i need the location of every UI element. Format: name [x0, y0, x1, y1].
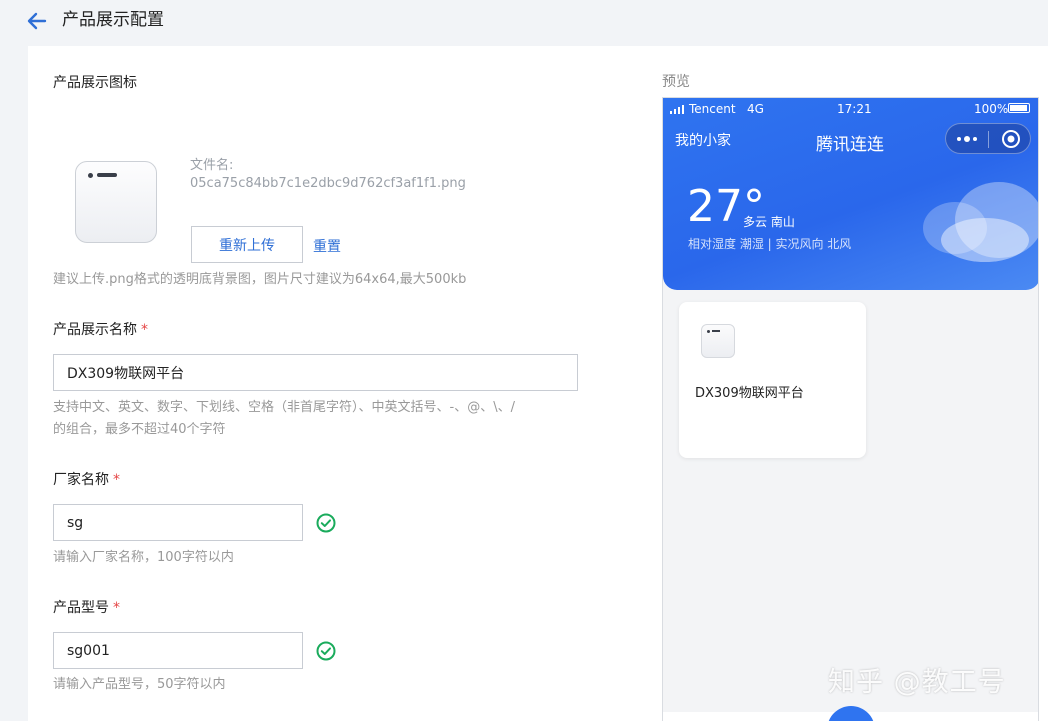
product-name-label-text: 产品展示名称	[53, 322, 137, 338]
signal-icon	[670, 105, 684, 114]
product-name-label: 产品展示名称 *	[53, 321, 148, 339]
device-card-icon	[701, 324, 735, 358]
check-circle-icon	[316, 641, 336, 661]
required-mark: *	[141, 322, 148, 338]
product-model-input[interactable]	[53, 632, 303, 669]
top-bar: 产品展示配置	[0, 0, 1048, 46]
product-name-hint-line2: 的组合，最多不超过40个字符	[53, 422, 226, 437]
preview-label: 预览	[662, 74, 690, 90]
required-mark: *	[113, 472, 120, 488]
product-icon-preview	[75, 161, 157, 243]
vendor-name-hint: 请输入厂家名称，100字符以内	[53, 550, 234, 565]
watermark: 知乎 @教工号	[828, 667, 1006, 698]
file-name-value: 05ca75c84bb7c1e2dbc9d762cf3af1f1.png	[190, 176, 466, 191]
weather-detail: 相对湿度 潮湿 | 实况风向 北风	[688, 237, 852, 251]
product-model-hint: 请输入产品型号，50字符以内	[53, 677, 226, 692]
vendor-name-label-text: 厂家名称	[53, 472, 109, 488]
icon-dot	[88, 173, 93, 178]
carrier-text: Tencent	[689, 102, 736, 116]
product-model-label-text: 产品型号	[53, 600, 109, 616]
product-name-input[interactable]	[53, 354, 578, 391]
cloud-icon	[923, 182, 1038, 262]
reset-link[interactable]: 重置	[313, 236, 341, 256]
reupload-button[interactable]: 重新上传	[191, 226, 303, 263]
phone-header: Tencent 4G 17:21 100% 我的小家 腾讯连连 27° 多云 南…	[663, 98, 1038, 290]
status-time: 17:21	[837, 102, 872, 116]
battery-text: 100%	[974, 102, 1009, 116]
device-card[interactable]: DX309物联网平台	[679, 302, 866, 458]
home-name: 我的小家	[675, 133, 731, 149]
icon-dot	[707, 330, 710, 333]
weather-summary: 多云 南山	[743, 215, 795, 229]
vendor-name-label: 厂家名称 *	[53, 471, 120, 489]
file-name-label: 文件名:	[190, 158, 234, 173]
close-target-icon	[1002, 130, 1020, 148]
app-title: 腾讯连连	[816, 135, 884, 155]
product-model-label: 产品型号 *	[53, 599, 120, 617]
icon-section-label: 产品展示图标	[53, 75, 137, 91]
more-dots-icon	[957, 136, 977, 142]
product-name-hint-line1: 支持中文、英文、数字、下划线、空格（非首尾字符）、中英文括号、-、@、\、/	[53, 400, 515, 415]
icon-bar	[712, 330, 720, 332]
mini-program-capsule	[945, 123, 1031, 154]
back-arrow-icon[interactable]	[24, 9, 50, 33]
icon-upload-hint: 建议上传.png格式的透明底背景图，图片尺寸建议为64x64,最大500kb	[53, 272, 467, 287]
check-circle-icon	[316, 513, 336, 533]
phone-preview: Tencent 4G 17:21 100% 我的小家 腾讯连连 27° 多云 南…	[662, 97, 1039, 721]
icon-bar	[97, 173, 117, 177]
capsule-divider	[988, 131, 989, 148]
battery-icon	[1008, 103, 1030, 113]
network-text: 4G	[747, 102, 764, 116]
add-device-button[interactable]	[827, 706, 875, 721]
page-title: 产品展示配置	[62, 10, 164, 30]
required-mark: *	[113, 600, 120, 616]
device-card-name: DX309物联网平台	[695, 386, 804, 401]
vendor-name-input[interactable]	[53, 504, 303, 541]
